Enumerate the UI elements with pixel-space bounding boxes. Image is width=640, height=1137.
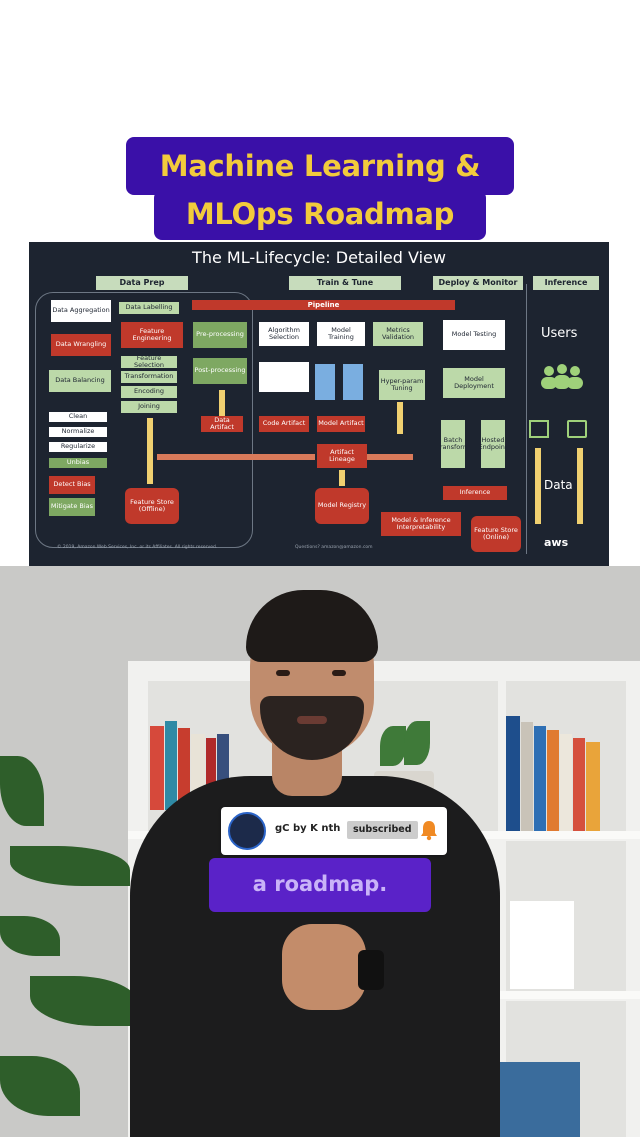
users-label: Users — [541, 326, 578, 341]
box-code-artifact: Code Artifact — [259, 416, 309, 432]
box-detect-bias: Detect Bias — [49, 476, 95, 494]
video-caption: a roadmap. — [209, 858, 431, 912]
book — [560, 734, 572, 831]
box-training-container — [315, 364, 335, 400]
arrow-to-data-artifact — [219, 390, 225, 416]
monitor-icon — [567, 420, 587, 438]
box-transformation: Transformation — [121, 371, 177, 383]
plant-leaf — [404, 721, 430, 765]
box-model-training: Model Training — [317, 322, 365, 346]
box-data-labelling: Data Labelling — [119, 302, 179, 314]
box-joining: Joining — [121, 401, 177, 413]
box-model-inference-interpretability: Model & Inference Interpretability — [381, 512, 461, 536]
arrow-to-lineage — [157, 454, 315, 460]
box-normalize: Normalize — [49, 427, 107, 437]
box-model-testing: Model Testing — [443, 320, 505, 350]
diagram-heading: The ML-Lifecycle: Detailed View — [192, 248, 446, 267]
plant-leaf — [0, 1056, 80, 1116]
section-train-tune: Train & Tune — [289, 276, 401, 290]
book — [506, 716, 520, 831]
box-hosted-endpoint: Hosted Endpoint — [481, 420, 505, 468]
ml-lifecycle-diagram: The ML-Lifecycle: Detailed View Data Pre… — [29, 242, 609, 566]
pipeline-bar: Pipeline — [192, 300, 455, 310]
box-data-wrangling: Data Wrangling — [51, 334, 111, 356]
person-hands — [282, 924, 366, 1010]
box-regularize: Regularize — [49, 442, 107, 452]
section-deploy-monitor: Deploy & Monitor — [433, 276, 523, 290]
arrow-from-tuning — [397, 402, 403, 434]
box-pre-processing: Pre-processing — [193, 322, 247, 348]
person-eye — [276, 670, 290, 676]
arrow-to-feature-store — [147, 418, 153, 484]
book — [534, 726, 546, 831]
chip-icon — [529, 420, 549, 438]
arrow-to-model-registry — [339, 470, 345, 486]
box-data-artifact: Data Artifact — [201, 416, 243, 432]
box-algorithm-options — [259, 362, 309, 392]
wristwatch — [358, 950, 384, 990]
box-algorithm-selection: Algorithm Selection — [259, 322, 309, 346]
box-tuning-container — [343, 364, 363, 400]
title-line-1: Machine Learning & — [126, 137, 514, 195]
plant-leaf — [10, 846, 130, 886]
person-eye — [332, 670, 346, 676]
arrow-from-lineage — [367, 454, 413, 460]
bell-icon[interactable] — [419, 819, 439, 841]
box-post-processing: Post-processing — [193, 358, 247, 384]
subscribed-button[interactable]: subscribed — [347, 821, 418, 839]
plant-leaf — [380, 726, 406, 766]
users-icon — [541, 364, 583, 389]
box-batch-transform: Batch Transform — [441, 420, 465, 468]
plant-leaf — [0, 916, 60, 956]
book — [547, 730, 559, 831]
person-mouth — [297, 716, 327, 724]
box-hyperparam-tuning: Hyper-param Tuning — [379, 370, 425, 400]
subscribe-badge[interactable]: gC by K nth subscribed — [221, 807, 447, 855]
diagram-copyright: © 2019, Amazon Web Services, Inc. or its… — [57, 545, 218, 550]
book — [510, 901, 574, 989]
box-artifact-lineage: Artifact Lineage — [317, 444, 367, 468]
book — [586, 742, 600, 831]
book — [573, 738, 585, 831]
box-feature-selection: Feature Selection — [121, 356, 177, 368]
shelf-board — [498, 991, 640, 999]
data-label: Data — [544, 478, 573, 492]
box-unbias: Unbias — [49, 458, 107, 468]
plant-leaf — [30, 976, 140, 1026]
box-clean: Clean — [49, 412, 107, 422]
box-mitigate-bias: Mitigate Bias — [49, 498, 95, 516]
channel-avatar[interactable] — [228, 812, 266, 850]
person-hair — [246, 590, 378, 662]
box-encoding: Encoding — [121, 386, 177, 398]
book — [521, 722, 533, 831]
diagram-question: Questions? amazon@amazon.com — [295, 545, 373, 550]
arrow-data-right — [577, 448, 583, 524]
arrow-data-left — [535, 448, 541, 524]
section-inference: Inference — [533, 276, 599, 290]
video-frame: gC by K nth subscribed a roadmap. — [0, 566, 640, 1137]
box-metrics-validation: Metrics Validation — [373, 322, 423, 346]
title-line-2: MLOps Roadmap — [154, 190, 486, 240]
channel-name: gC by K nth — [275, 823, 341, 834]
box-inference: Inference — [443, 486, 507, 500]
book — [500, 1062, 580, 1137]
section-data-prep: Data Prep — [96, 276, 188, 290]
book — [165, 721, 177, 810]
book — [150, 726, 164, 810]
box-model-registry: Model Registry — [315, 488, 369, 524]
box-model-deployment: Model Deployment — [443, 368, 505, 398]
box-feature-store-online: Feature Store (Online) — [471, 516, 521, 552]
plant-leaf — [0, 756, 44, 826]
box-data-aggregation: Data Aggregation — [51, 300, 111, 322]
title-area: Machine Learning & MLOps Roadmap — [0, 0, 640, 245]
box-feature-engineering: Feature Engineering — [121, 322, 183, 348]
box-feature-store-offline: Feature Store (Offline) — [125, 488, 179, 524]
box-model-artifact: Model Artifact — [317, 416, 365, 432]
box-data-balancing: Data Balancing — [49, 370, 111, 392]
inference-divider — [526, 284, 527, 554]
aws-logo: aws — [544, 536, 569, 549]
